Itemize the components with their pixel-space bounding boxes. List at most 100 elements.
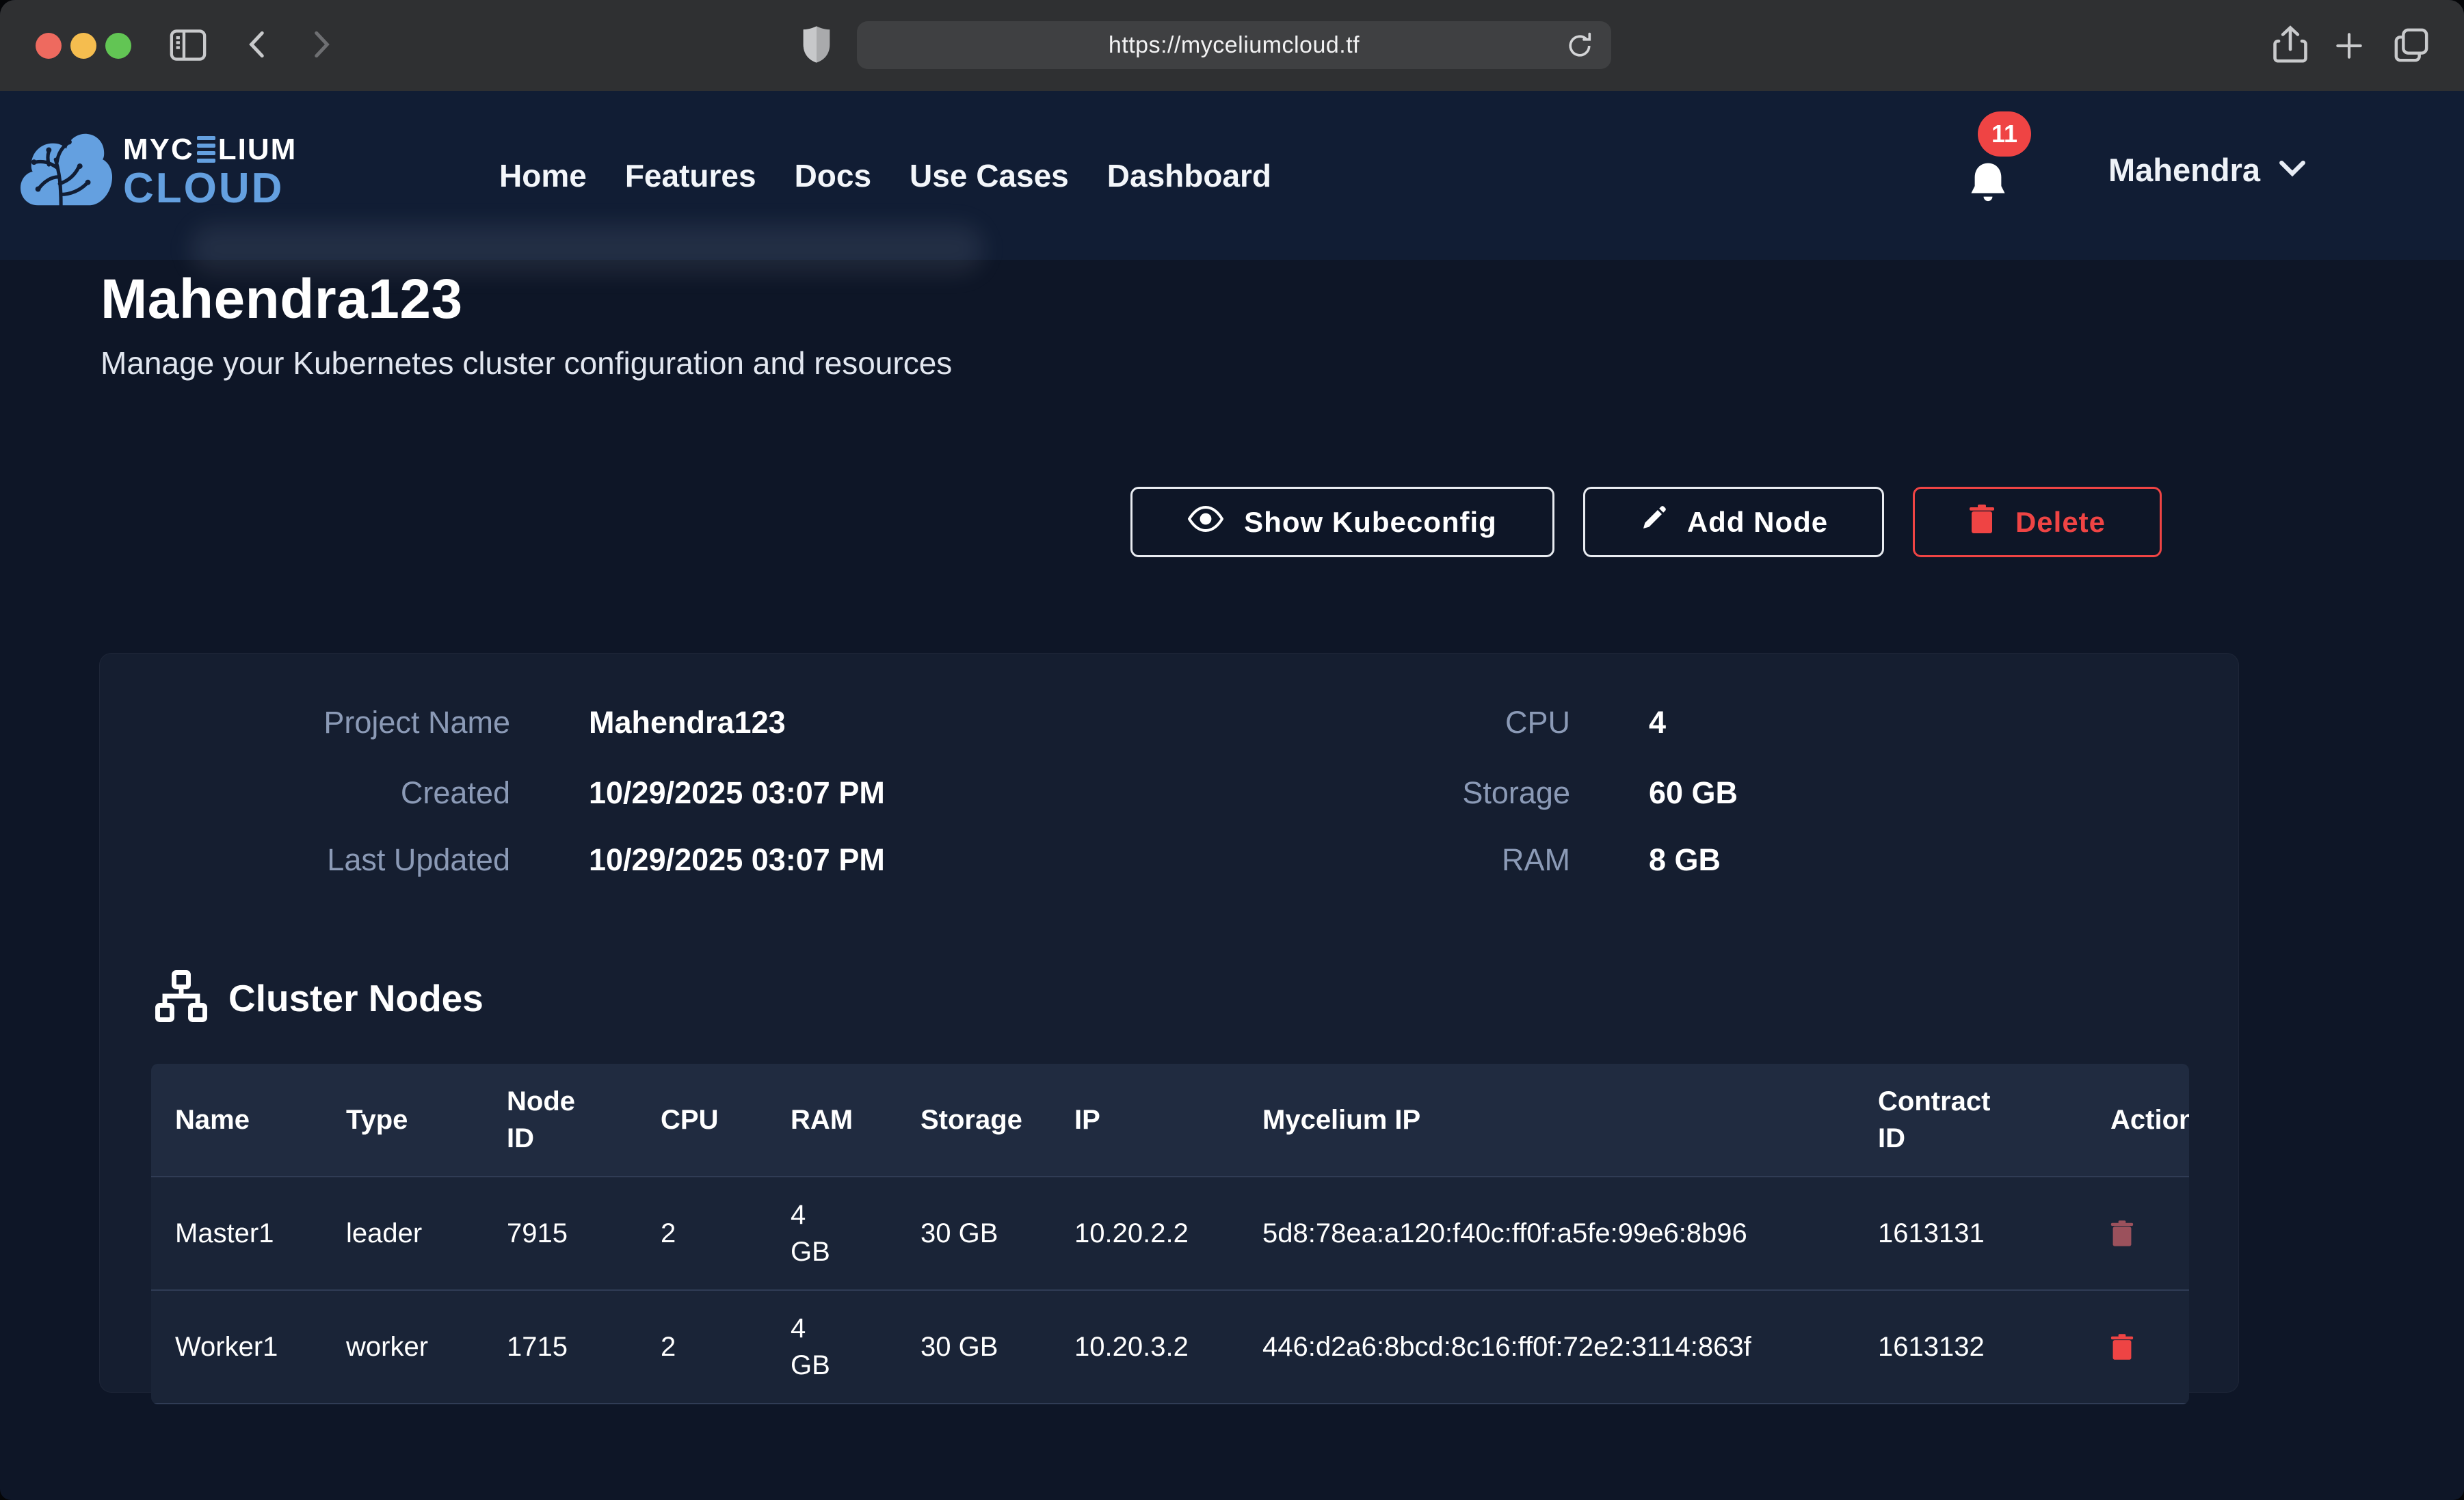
cell-storage: 30 GB	[897, 1291, 1050, 1403]
created-value: 10/29/2025 03:07 PM	[589, 773, 885, 813]
table-row-master1: Master1 leader 7915 2 4 GB 30 GB 10.20.2…	[151, 1176, 2189, 1289]
cell-actions	[2087, 1177, 2189, 1289]
col-ip: IP	[1050, 1064, 1238, 1176]
logo-wordmark: MYC LIUM CLOUD	[123, 135, 297, 210]
address-bar[interactable]: https://myceliumcloud.tf	[857, 21, 1611, 69]
nav-home[interactable]: Home	[499, 157, 587, 194]
col-mycelium-ip: Mycelium IP	[1238, 1064, 1854, 1176]
cell-ip: 10.20.2.2	[1050, 1177, 1238, 1289]
project-name-value: Mahendra123	[589, 703, 786, 742]
col-actions: Actions	[2087, 1064, 2189, 1176]
cell-node-id: 1715	[483, 1291, 637, 1403]
nav-features[interactable]: Features	[625, 157, 756, 194]
cluster-details-card: Project Name Mahendra123 Created 10/29/2…	[99, 653, 2239, 1393]
ram-label: RAM	[1283, 840, 1570, 880]
window-minimize-button[interactable]	[70, 33, 96, 59]
logo-part1: MYC	[123, 135, 194, 165]
page-subtitle: Manage your Kubernetes cluster configura…	[101, 345, 952, 381]
cluster-nodes-title: Cluster Nodes	[228, 976, 483, 1020]
page-title: Mahendra123	[101, 267, 463, 332]
last-updated-value: 10/29/2025 03:07 PM	[589, 840, 885, 880]
cell-ip: 10.20.3.2	[1050, 1291, 1238, 1403]
user-menu[interactable]: Mahendra	[2108, 151, 2307, 189]
delete-node-button[interactable]	[2110, 1333, 2134, 1361]
cluster-nodes-section-header: Cluster Nodes	[155, 969, 483, 1026]
info-row-cpu: CPU 4	[1283, 703, 1666, 742]
ram-value: 8 GB	[1649, 840, 1721, 880]
show-kubeconfig-label: Show Kubeconfig	[1244, 506, 1497, 539]
storage-value: 60 GB	[1649, 773, 1738, 813]
col-storage: Storage	[897, 1064, 1050, 1176]
info-row-ram: RAM 8 GB	[1283, 840, 1721, 880]
nav-dashboard[interactable]: Dashboard	[1107, 157, 1271, 194]
user-name: Mahendra	[2108, 151, 2260, 189]
col-contract-id: Contract ID	[1854, 1064, 2087, 1176]
delete-label: Delete	[2015, 506, 2106, 539]
add-node-label: Add Node	[1687, 506, 1828, 539]
cloud-logo-icon	[19, 132, 114, 212]
share-icon[interactable]	[2272, 25, 2309, 64]
cell-ram: 4 GB	[767, 1291, 897, 1403]
cell-cpu: 2	[637, 1291, 767, 1403]
cell-actions	[2087, 1291, 2189, 1403]
reload-button[interactable]	[1565, 31, 1595, 64]
col-node-id: Node ID	[483, 1064, 637, 1176]
browser-toolbar: https://myceliumcloud.tf	[0, 0, 2464, 92]
cell-mycelium-ip: 446:d2a6:8bcd:8c16:ff0f:72e2:3114:863f	[1238, 1291, 1854, 1403]
table-row-worker1: Worker1 worker 1715 2 4 GB 30 GB 10.20.3…	[151, 1289, 2189, 1404]
last-updated-label: Last Updated	[223, 840, 510, 880]
pencil-icon	[1639, 505, 1667, 539]
cell-cpu: 2	[637, 1177, 767, 1289]
mycelium-cloud-logo[interactable]: MYC LIUM CLOUD	[19, 132, 297, 212]
eye-icon	[1188, 505, 1223, 539]
cell-name: Worker1	[151, 1291, 322, 1403]
bell-icon	[1967, 159, 2009, 206]
info-row-last-updated: Last Updated 10/29/2025 03:07 PM	[223, 840, 885, 880]
url-text: https://myceliumcloud.tf	[1109, 32, 1360, 59]
logo-e-bars-glyph	[197, 136, 215, 163]
col-name: Name	[151, 1064, 322, 1176]
logo-line2: CLOUD	[123, 168, 297, 210]
cpu-value: 4	[1649, 703, 1666, 742]
cell-contract-id: 1613132	[1854, 1291, 2087, 1403]
notifications-bell-button[interactable]	[1967, 159, 2042, 241]
forward-button[interactable]	[304, 27, 338, 62]
site-navbar: MYC LIUM CLOUD Home Features Docs Use Ca…	[0, 91, 2464, 260]
add-node-button[interactable]: Add Node	[1583, 487, 1884, 557]
cell-type: leader	[322, 1177, 483, 1289]
nodes-table: Name Type Node ID CPU RAM Storage IP Myc…	[151, 1064, 2189, 1404]
cell-name: Master1	[151, 1177, 322, 1289]
col-type: Type	[322, 1064, 483, 1176]
nodes-table-header: Name Type Node ID CPU RAM Storage IP Myc…	[151, 1064, 2189, 1176]
nav-docs[interactable]: Docs	[795, 157, 871, 194]
project-name-label: Project Name	[223, 703, 510, 742]
show-kubeconfig-button[interactable]: Show Kubeconfig	[1130, 487, 1554, 557]
nav-use-cases[interactable]: Use Cases	[910, 157, 1069, 194]
info-row-project-name: Project Name Mahendra123	[223, 703, 786, 742]
notification-count-badge: 11	[1978, 111, 2031, 157]
chevron-down-icon	[2278, 159, 2307, 181]
delete-cluster-button[interactable]: Delete	[1913, 487, 2162, 557]
logo-part2: LIUM	[218, 135, 297, 165]
window-close-button[interactable]	[36, 33, 62, 59]
back-button[interactable]	[241, 27, 275, 62]
col-ram: RAM	[767, 1064, 897, 1176]
sidebar-toggle-button[interactable]	[168, 25, 208, 65]
privacy-shield-icon[interactable]	[802, 25, 832, 64]
cluster-actions: Show Kubeconfig Add Node Delete	[1130, 487, 2162, 557]
cpu-label: CPU	[1283, 703, 1570, 742]
cell-type: worker	[322, 1291, 483, 1403]
tab-overview-icon[interactable]	[2392, 26, 2430, 64]
cell-contract-id: 1613131	[1854, 1177, 2087, 1289]
created-label: Created	[223, 773, 510, 813]
new-tab-icon[interactable]	[2332, 29, 2366, 63]
network-nodes-icon	[155, 969, 208, 1026]
window-zoom-button[interactable]	[105, 33, 131, 59]
info-row-created: Created 10/29/2025 03:07 PM	[223, 773, 885, 813]
delete-node-button[interactable]	[2110, 1220, 2134, 1247]
cell-node-id: 7915	[483, 1177, 637, 1289]
info-row-storage: Storage 60 GB	[1283, 773, 1738, 813]
browser-window: Mahendra123 Manage your Kubernetes clust…	[0, 0, 2464, 1500]
cell-mycelium-ip: 5d8:78ea:a120:f40c:ff0f:a5fe:99e6:8b96	[1238, 1177, 1854, 1289]
main-nav: Home Features Docs Use Cases Dashboard	[499, 91, 1271, 260]
